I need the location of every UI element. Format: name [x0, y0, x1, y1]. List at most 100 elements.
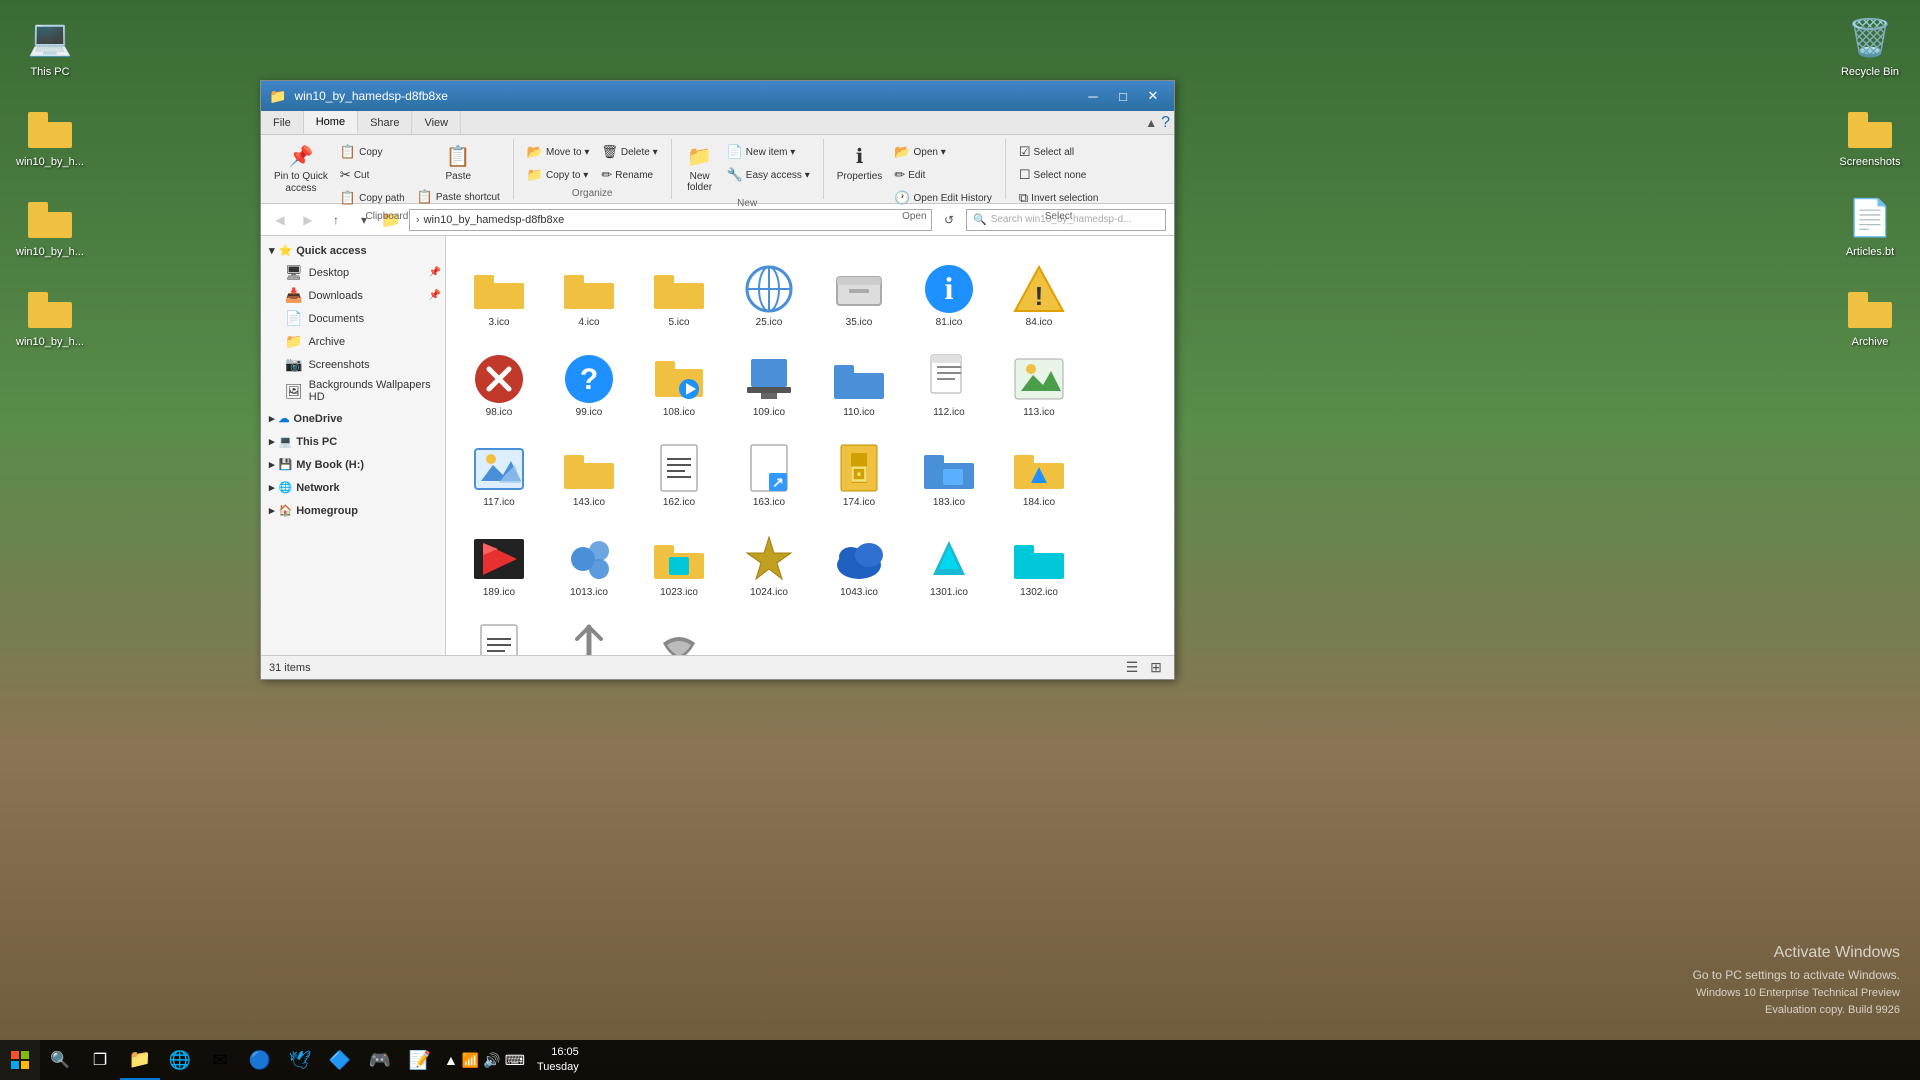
sidebar-item-downloads[interactable]: 📥 Downloads 📌: [261, 284, 445, 307]
file-item-35ico[interactable]: 35.ico: [814, 244, 904, 334]
taskbar-clock[interactable]: 16:05 Tuesday: [529, 1045, 587, 1076]
select-all-button[interactable]: ☑ Select all: [1014, 141, 1104, 163]
tab-view[interactable]: View: [412, 111, 461, 134]
select-none-button[interactable]: ☐ Select none: [1014, 164, 1104, 186]
view-grid-button[interactable]: ⊞: [1146, 658, 1166, 678]
network-header[interactable]: ▸ 🌐 Network: [261, 477, 445, 498]
file-item-143ico[interactable]: 143.ico: [544, 424, 634, 514]
file-item-183ico[interactable]: 183.ico: [904, 424, 994, 514]
file-item-99ico[interactable]: ? 99.ico: [544, 334, 634, 424]
ribbon-expand-btn[interactable]: ▲: [1145, 116, 1157, 130]
mybook-header[interactable]: ▸ 💾 My Book (H:): [261, 454, 445, 475]
desktop-icon-recycle[interactable]: 🗑️ Recycle Bin: [1830, 10, 1910, 82]
file-item-110ico[interactable]: 110.ico: [814, 334, 904, 424]
taskbar-mail-button[interactable]: ✉: [200, 1040, 240, 1080]
invert-selection-button[interactable]: ⧉ Invert selection: [1014, 187, 1104, 209]
file-item-5101ico[interactable]: 5101.ico: [634, 604, 724, 655]
history-button[interactable]: 🕐 Open Edit History: [889, 187, 997, 209]
sidebar-item-desktop[interactable]: 🖥 Desktop 📌: [261, 261, 445, 284]
file-item-1301ico[interactable]: 1301.ico: [904, 514, 994, 604]
view-list-button[interactable]: ☰: [1122, 658, 1142, 678]
tray-expand-icon[interactable]: ▲: [444, 1052, 458, 1068]
sidebar-item-screenshots[interactable]: 📷 Screenshots: [261, 353, 445, 376]
taskbar-notes-button[interactable]: 📝: [400, 1040, 440, 1080]
copy-path-button[interactable]: 📋 Copy path: [335, 187, 410, 209]
file-item-81ico[interactable]: i 81.ico: [904, 244, 994, 334]
paste-button[interactable]: 📋 Paste: [412, 141, 505, 185]
file-item-3ico[interactable]: 3.ico: [454, 244, 544, 334]
open-button[interactable]: 📂 Open ▾: [889, 141, 997, 163]
help-btn[interactable]: ?: [1161, 114, 1170, 132]
pin-quick-access-button[interactable]: 📌 Pin to Quickaccess: [269, 141, 333, 198]
edit-button[interactable]: ✏ Edit: [889, 164, 997, 186]
taskbar-chrome-button[interactable]: 🔵: [240, 1040, 280, 1080]
quick-access-header[interactable]: ▾ ⭐ Quick access: [261, 240, 445, 261]
desktop-icon-win10-1[interactable]: win10_by_h...: [10, 100, 90, 172]
file-item-25ico[interactable]: 25.ico: [724, 244, 814, 334]
rename-button[interactable]: ✏ Rename: [596, 164, 662, 186]
onedrive-header[interactable]: ▸ ☁ OneDrive: [261, 408, 445, 429]
tab-home[interactable]: Home: [304, 111, 358, 134]
desktop-icon-archive[interactable]: Archive: [1830, 280, 1910, 352]
file-item-5100ico[interactable]: 5100.ico: [544, 604, 634, 655]
file-item-163ico[interactable]: ↗ 163.ico: [724, 424, 814, 514]
copy-button[interactable]: 📋 Copy: [335, 141, 410, 163]
maximize-button[interactable]: □: [1110, 85, 1136, 107]
sidebar-item-archive[interactable]: 📁 Archive: [261, 330, 445, 353]
file-item-112ico[interactable]: 112.ico: [904, 334, 994, 424]
thispc-nav-header[interactable]: ▸ 💻 This PC: [261, 431, 445, 452]
tab-share[interactable]: Share: [358, 111, 412, 134]
sidebar-item-backgrounds[interactable]: 🖼 Backgrounds Wallpapers HD: [261, 376, 445, 406]
nav-up-button[interactable]: ↑: [325, 209, 347, 231]
delete-button[interactable]: 🗑 Delete ▾: [596, 141, 662, 163]
file-item-1023ico[interactable]: 1023.ico: [634, 514, 724, 604]
tray-volume-icon[interactable]: 🔊: [483, 1052, 500, 1069]
taskbar-explorer-button[interactable]: 📁: [120, 1040, 160, 1080]
paste-shortcut-button[interactable]: 📋 Paste shortcut: [412, 186, 505, 208]
tray-network-icon[interactable]: 📶: [462, 1052, 479, 1069]
file-item-84ico[interactable]: ! 84.ico: [994, 244, 1084, 334]
cut-button[interactable]: ✂ Cut: [335, 164, 410, 186]
new-folder-button[interactable]: 📁 Newfolder: [680, 141, 720, 196]
tab-file[interactable]: File: [261, 111, 304, 134]
file-item-1302ico[interactable]: 1302.ico: [994, 514, 1084, 604]
minimize-button[interactable]: ─: [1080, 85, 1106, 107]
desktop-icon-win10-3[interactable]: win10_by_h...: [10, 280, 90, 352]
nav-forward-button[interactable]: ▶: [297, 209, 319, 231]
file-item-162ico[interactable]: 162.ico: [634, 424, 724, 514]
taskbar-search-button[interactable]: 🔍: [40, 1040, 80, 1080]
move-to-button[interactable]: 📂 Move to ▾: [522, 141, 595, 163]
file-item-1043ico[interactable]: 1043.ico: [814, 514, 904, 604]
taskbar-app1-button[interactable]: 🔷: [320, 1040, 360, 1080]
file-item-1303ico[interactable]: 1303.ico: [454, 604, 544, 655]
address-path[interactable]: › win10_by_hamedsp-d8fb8xe: [409, 209, 932, 231]
file-item-189ico[interactable]: 189.ico: [454, 514, 544, 604]
file-item-98ico[interactable]: 98.ico: [454, 334, 544, 424]
tray-keyboard-icon[interactable]: ⌨: [505, 1052, 525, 1069]
close-button[interactable]: ✕: [1140, 85, 1166, 107]
desktop-icon-thispc[interactable]: 💻 This PC: [10, 10, 90, 82]
properties-button[interactable]: ℹ Properties: [832, 141, 888, 185]
file-item-1024ico[interactable]: 1024.ico: [724, 514, 814, 604]
file-item-5ico[interactable]: 5.ico: [634, 244, 724, 334]
file-item-1013ico[interactable]: 1013.ico: [544, 514, 634, 604]
file-item-174ico[interactable]: ⊡ 174.ico: [814, 424, 904, 514]
taskbar-twitter-button[interactable]: 🕊: [280, 1040, 320, 1080]
new-item-button[interactable]: 📄 New item ▾: [722, 141, 815, 163]
sidebar-item-documents[interactable]: 📄 Documents: [261, 307, 445, 330]
file-item-117ico[interactable]: 117.ico: [454, 424, 544, 514]
taskbar-game-button[interactable]: 🎮: [360, 1040, 400, 1080]
desktop-icon-screenshots[interactable]: Screenshots: [1830, 100, 1910, 172]
homegroup-header[interactable]: ▸ 🏠 Homegroup: [261, 500, 445, 521]
show-desktop-button[interactable]: [587, 1040, 595, 1080]
file-item-184ico[interactable]: 184.ico: [994, 424, 1084, 514]
file-item-4ico[interactable]: 4.ico: [544, 244, 634, 334]
taskbar-ie-button[interactable]: 🌐: [160, 1040, 200, 1080]
nav-back-button[interactable]: ◀: [269, 209, 291, 231]
file-item-109ico[interactable]: 109.ico: [724, 334, 814, 424]
refresh-button[interactable]: ↺: [938, 209, 960, 231]
taskbar-taskview-button[interactable]: ❐: [80, 1040, 120, 1080]
easy-access-button[interactable]: 🔧 Easy access ▾: [722, 164, 815, 186]
desktop-icon-articles[interactable]: 📄 Articles.bt: [1830, 190, 1910, 262]
file-item-108ico[interactable]: 108.ico: [634, 334, 724, 424]
